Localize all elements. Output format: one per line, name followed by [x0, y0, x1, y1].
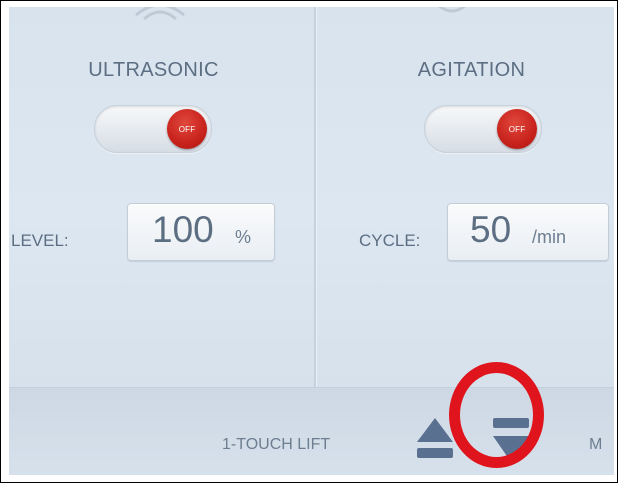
level-label: LEVEL: [11, 231, 69, 250]
level-unit: % [235, 227, 252, 247]
highlight-annotation-ring [449, 362, 544, 468]
toggle-knob: OFF [167, 109, 207, 149]
one-touch-lift-label: 1-TOUCH LIFT [222, 436, 331, 453]
cycle-value-field[interactable]: 50 /min [447, 203, 609, 261]
screenshot-frame: ULTRASONIC OFF LEVEL: 100 % AGITATION OF… [0, 0, 618, 483]
cycle-value: 50 [470, 209, 512, 250]
agitation-toggle[interactable]: OFF [424, 105, 542, 153]
level-value: 100 [152, 209, 214, 250]
agitation-title: AGITATION [417, 59, 526, 81]
ultrasonic-panel: ULTRASONIC OFF LEVEL: 100 % [9, 7, 316, 387]
truncated-label: M [589, 436, 603, 453]
agitation-panel: AGITATION OFF CYCLE: 50 /min [317, 7, 614, 387]
toggle-knob: OFF [497, 109, 537, 149]
agitation-arc-icon [424, 7, 480, 17]
level-value-field[interactable]: 100 % [127, 203, 275, 261]
cycle-unit: /min [532, 227, 567, 247]
toggle-state-text: OFF [508, 124, 526, 134]
ultrasonic-toggle[interactable]: OFF [94, 105, 212, 153]
cycle-label: CYCLE: [359, 231, 421, 250]
toggle-state-text: OFF [178, 124, 196, 134]
ultrasonic-title: ULTRASONIC [88, 59, 219, 81]
ultrasonic-wave-icon [132, 7, 188, 21]
